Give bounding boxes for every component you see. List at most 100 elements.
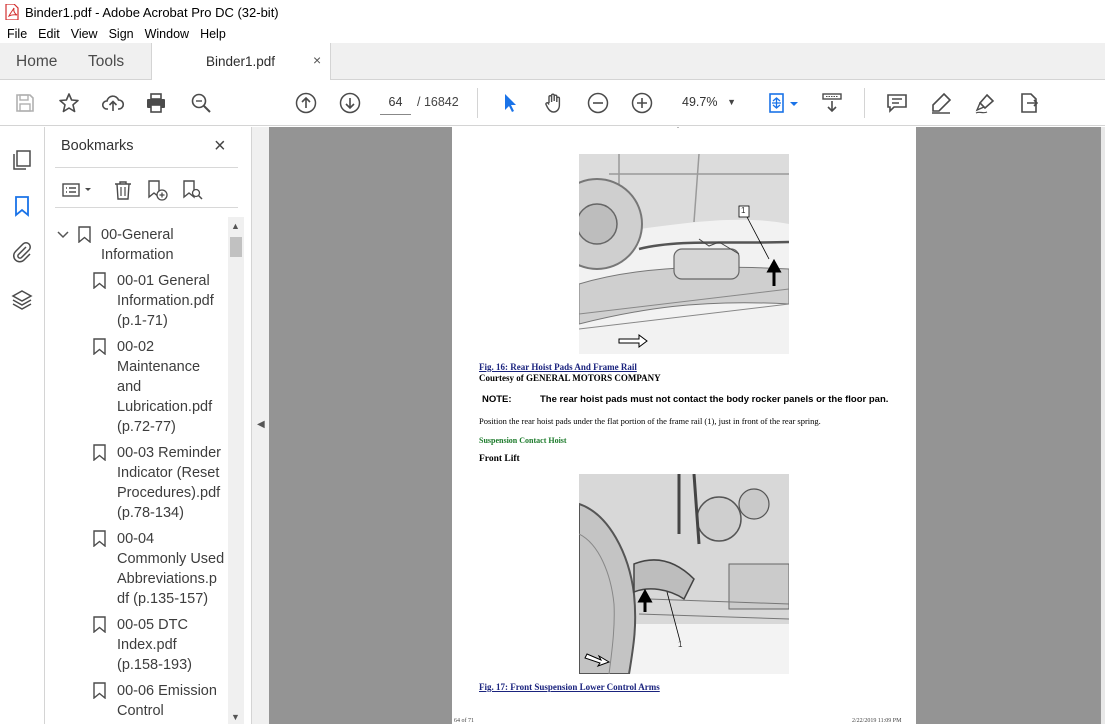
tab-document[interactable]: Binder1.pdf × [151, 43, 331, 81]
toolbar-divider [477, 88, 478, 118]
bookmark-item-00-06[interactable]: 00-06 Emission Control [45, 681, 225, 721]
bookmarks-title: Bookmarks [61, 138, 134, 154]
bookmark-icon [93, 616, 106, 633]
acrobat-app-icon [5, 4, 19, 20]
bookmark-label-line: Information [101, 247, 174, 263]
figure-rear-hoist-pads: 1 [579, 154, 789, 354]
star-icon[interactable] [57, 91, 81, 115]
find-bookmark-icon[interactable] [181, 179, 203, 201]
bookmark-label-line: df (p.135-157) [117, 591, 209, 607]
bookmark-item-00-02[interactable]: 00-02 Maintenance and Lubrication.pdf (p… [45, 337, 225, 437]
menu-help-label: Help [200, 26, 226, 41]
menu-help[interactable]: Help [196, 27, 230, 41]
zoom-in-icon[interactable] [630, 91, 654, 115]
figure-callout-1: 1 [678, 640, 683, 649]
bookmark-icon [93, 272, 106, 289]
comment-icon[interactable] [885, 91, 909, 115]
tab-close-button[interactable]: × [313, 52, 321, 68]
save-icon[interactable] [13, 91, 37, 115]
menu-edit[interactable]: Edit [34, 27, 64, 41]
fit-page-icon[interactable] [765, 91, 789, 115]
scroll-mode-icon[interactable] [820, 91, 844, 115]
zoom-out-icon[interactable] [586, 91, 610, 115]
export-pdf-icon[interactable] [1017, 91, 1041, 115]
bookmark-label-line: (p.78-134) [117, 505, 184, 521]
document-scrollbar[interactable] [1101, 127, 1105, 724]
figure-16-caption[interactable]: Fig. 16: Rear Hoist Pads And Frame Rail [479, 362, 637, 372]
bookmark-item-00-05[interactable]: 00-05 DTC Index.pdf (p.158-193) [45, 615, 225, 675]
note-label: NOTE: [482, 394, 512, 405]
sign-pen-icon[interactable] [973, 91, 997, 115]
page-footer-right: 2/22/2019 11:09 PM [852, 718, 902, 724]
bookmarks-scrollbar[interactable]: ▲ ▼ [228, 217, 244, 724]
tab-bar: Home Tools Binder1.pdf × [0, 43, 1105, 81]
figure-17-caption[interactable]: Fig. 17: Front Suspension Lower Control … [479, 682, 660, 692]
bookmark-label-line: 00-General [101, 227, 174, 243]
bookmark-item-00-01[interactable]: 00-01 General Information.pdf (p.1-71) [45, 271, 225, 331]
page-thumbnails-icon[interactable] [10, 148, 34, 172]
highlight-pen-icon[interactable] [929, 91, 953, 115]
bookmark-icon [93, 530, 106, 547]
bookmark-label-line: (p.72-77) [117, 419, 176, 435]
navigation-rail [0, 127, 45, 724]
bookmark-label-line: 00-05 DTC [117, 617, 188, 633]
document-viewer[interactable]: - 1 Fig. 16: Rear Hoist Pads And Frame R… [269, 127, 1101, 724]
select-cursor-icon[interactable] [498, 91, 522, 115]
menu-bar: File Edit View Sign Window Help [0, 24, 1105, 43]
bookmark-options-icon[interactable] [61, 179, 95, 201]
bookmark-icon [93, 444, 106, 461]
bookmark-label-line: 00-03 Reminder [117, 445, 221, 461]
print-icon[interactable] [144, 91, 168, 115]
page-number-input[interactable]: 64 [380, 90, 411, 115]
attachment-paperclip-icon[interactable] [10, 240, 34, 264]
collapse-panel-arrow-icon[interactable]: ◀ [257, 419, 265, 430]
menu-window-label: Window [144, 26, 190, 41]
bookmark-item-00-04[interactable]: 00-04 Commonly Used Abbreviations.p df (… [45, 529, 225, 609]
menu-window[interactable]: Window [141, 27, 193, 41]
next-page-icon[interactable] [338, 91, 362, 115]
scroll-down-arrow-icon[interactable]: ▼ [231, 712, 240, 722]
panel-splitter[interactable]: ◀ [251, 127, 269, 724]
hand-tool-icon[interactable] [542, 91, 566, 115]
page-total: / 16842 [417, 95, 459, 109]
fit-page-dropdown-icon[interactable] [788, 91, 800, 115]
figure-callout-1: 1 [741, 206, 746, 215]
bookmark-label-line: 00-06 Emission [117, 683, 217, 699]
bookmark-label-line: Information.pdf [117, 293, 214, 309]
scroll-up-arrow-icon[interactable]: ▲ [231, 221, 240, 231]
bookmarks-panel: Bookmarks × 00-General Information 00-01… [45, 127, 251, 724]
bookmark-label-line: Lubrication.pdf [117, 399, 213, 415]
section-heading-suspension-contact-hoist[interactable]: Suspension Contact Hoist [479, 436, 567, 445]
layers-icon[interactable] [10, 288, 34, 312]
page-footer-left: 64 of 71 [454, 718, 474, 724]
menu-sign[interactable]: Sign [105, 27, 138, 41]
bookmark-label-line: and [117, 379, 142, 395]
menu-file[interactable]: File [3, 27, 31, 41]
tab-tools[interactable]: Tools [88, 43, 124, 80]
bookmark-label-line: Index.pdf [117, 637, 177, 653]
menu-view[interactable]: View [67, 27, 102, 41]
zoom-search-icon[interactable] [189, 91, 213, 115]
previous-page-icon[interactable] [294, 91, 318, 115]
bookmark-label-line: 00-04 [117, 531, 155, 547]
page-header-dash: - [677, 127, 679, 131]
bookmark-label-line: Control [117, 703, 164, 719]
divider [55, 207, 238, 208]
bookmark-icon [93, 338, 106, 355]
scrollbar-thumb[interactable] [230, 237, 242, 257]
tab-home[interactable]: Home [16, 43, 57, 80]
delete-bookmark-icon[interactable] [112, 179, 134, 201]
cloud-upload-icon[interactable] [101, 91, 125, 115]
bookmarks-close-button[interactable]: × [214, 135, 226, 158]
zoom-level-select[interactable]: 49.7% ▼ [676, 90, 744, 115]
bookmark-icon [78, 226, 91, 243]
new-bookmark-icon[interactable] [146, 179, 168, 201]
zoom-level-value: 49.7% [682, 95, 718, 109]
bookmark-item-general-information[interactable]: 00-General Information [45, 225, 225, 265]
subheading-front-lift: Front Lift [479, 454, 520, 464]
toolbar: 64 / 16842 49.7% ▼ [0, 80, 1105, 126]
bookmark-panel-icon[interactable] [10, 194, 34, 218]
chevron-down-icon[interactable] [57, 230, 69, 240]
bookmark-item-00-03[interactable]: 00-03 Reminder Indicator (Reset Procedur… [45, 443, 225, 523]
bookmark-label-line: Procedures).pdf [117, 485, 221, 501]
